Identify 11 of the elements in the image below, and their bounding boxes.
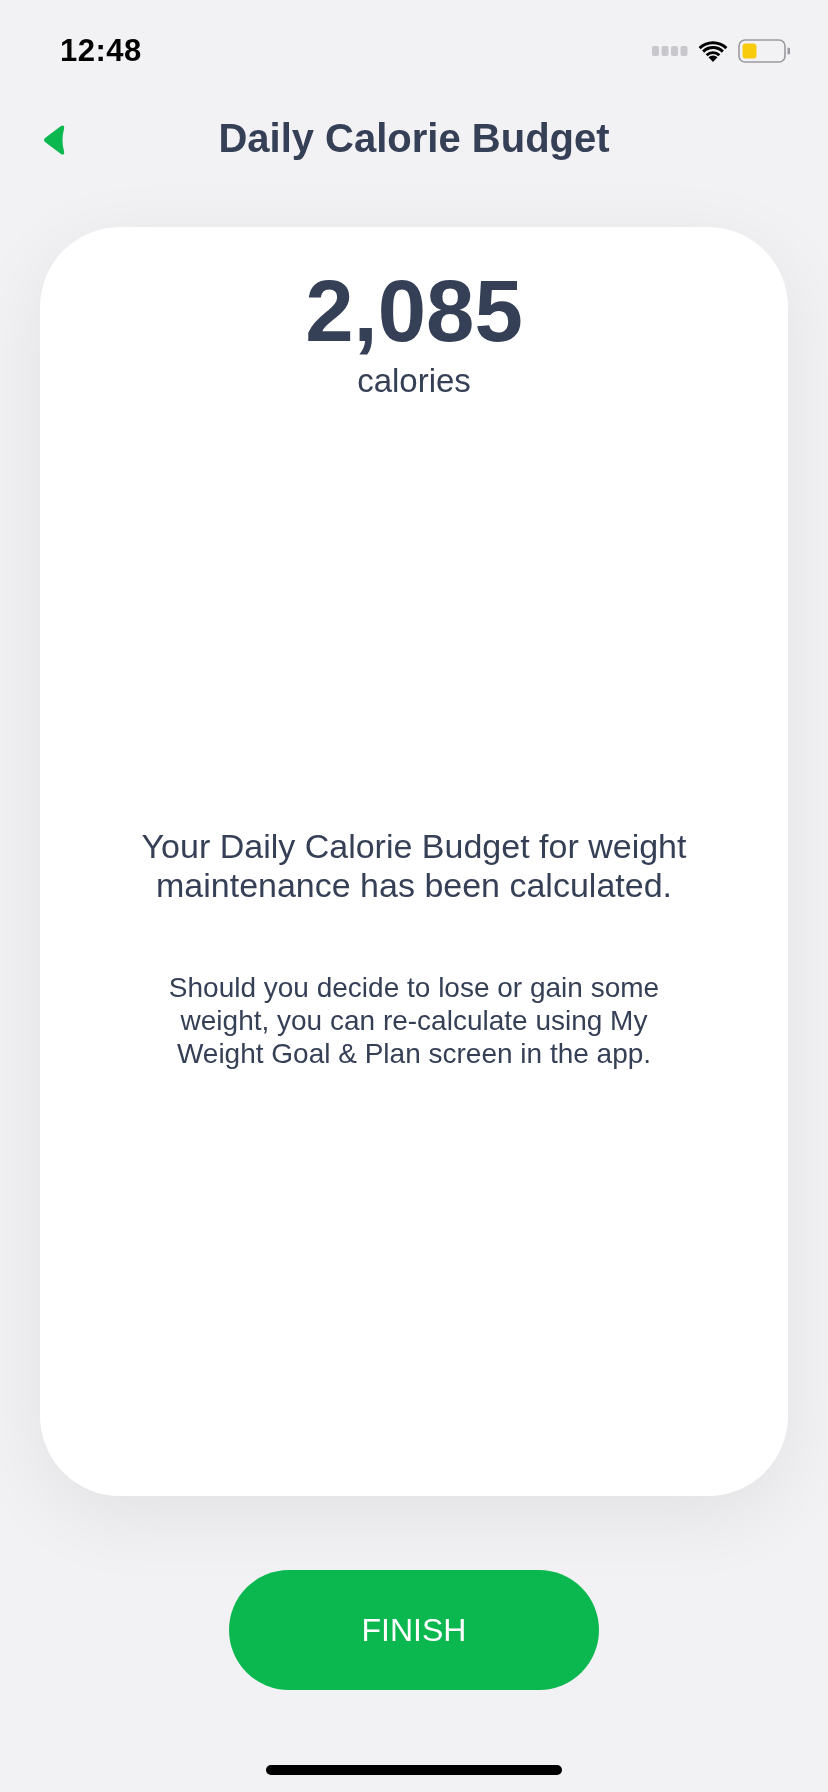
result-message: Your Daily Calorie Budget for weight maintenance has been calculated. xyxy=(140,827,688,905)
calorie-unit: calories xyxy=(357,364,471,397)
battery-icon xyxy=(738,39,790,63)
calorie-value: 2,085 xyxy=(305,267,523,354)
wifi-icon xyxy=(698,40,728,62)
signal-icon xyxy=(652,46,688,56)
finish-button[interactable]: FINISH xyxy=(229,1570,599,1690)
plan-note: Should you decide to lose or gain some weight, you can re-calculate using My Weight Goal & Plan screen in the app. xyxy=(167,971,661,1070)
back-icon xyxy=(42,125,66,155)
page-title: Daily Calorie Budget xyxy=(218,118,610,158)
status-time: 12:48 xyxy=(60,31,142,70)
